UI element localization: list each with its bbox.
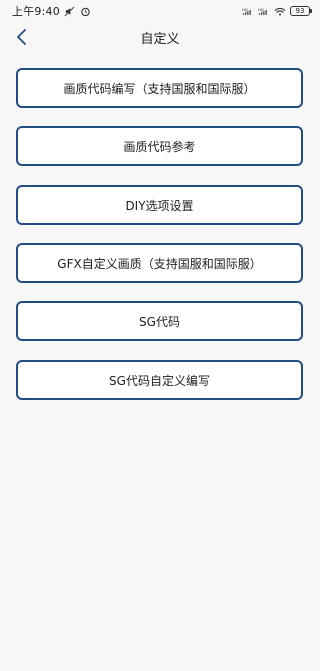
status-bar: 上午9:40 HD HD 93 [0, 0, 320, 22]
mute-icon [64, 5, 76, 17]
svg-text:HD: HD [242, 8, 248, 12]
signal-icon-2: HD [258, 5, 270, 17]
chevron-left-icon [17, 29, 26, 45]
back-button[interactable] [10, 25, 34, 49]
status-left: 上午9:40 [12, 3, 92, 19]
battery-icon: 93 [290, 6, 312, 16]
picture-code-edit-button[interactable]: 画质代码编写（支持国服和国际服） [16, 68, 303, 108]
alarm-icon [80, 5, 92, 17]
diy-settings-button[interactable]: DIY选项设置 [16, 185, 303, 225]
wifi-icon [274, 5, 286, 17]
page-title: 自定义 [140, 31, 180, 47]
sg-code-custom-edit-button[interactable]: SG代码自定义编写 [16, 360, 303, 400]
sg-code-button[interactable]: SG代码 [16, 301, 303, 341]
status-right: HD HD 93 [242, 5, 312, 17]
header: 自定义 [0, 22, 320, 52]
svg-text:HD: HD [258, 8, 264, 12]
status-time: 上午9:40 [12, 5, 60, 18]
signal-icon: HD [242, 5, 254, 17]
picture-code-reference-button[interactable]: 画质代码参考 [16, 126, 303, 166]
gfx-custom-quality-button[interactable]: GFX自定义画质（支持国服和国际服） [16, 243, 303, 283]
